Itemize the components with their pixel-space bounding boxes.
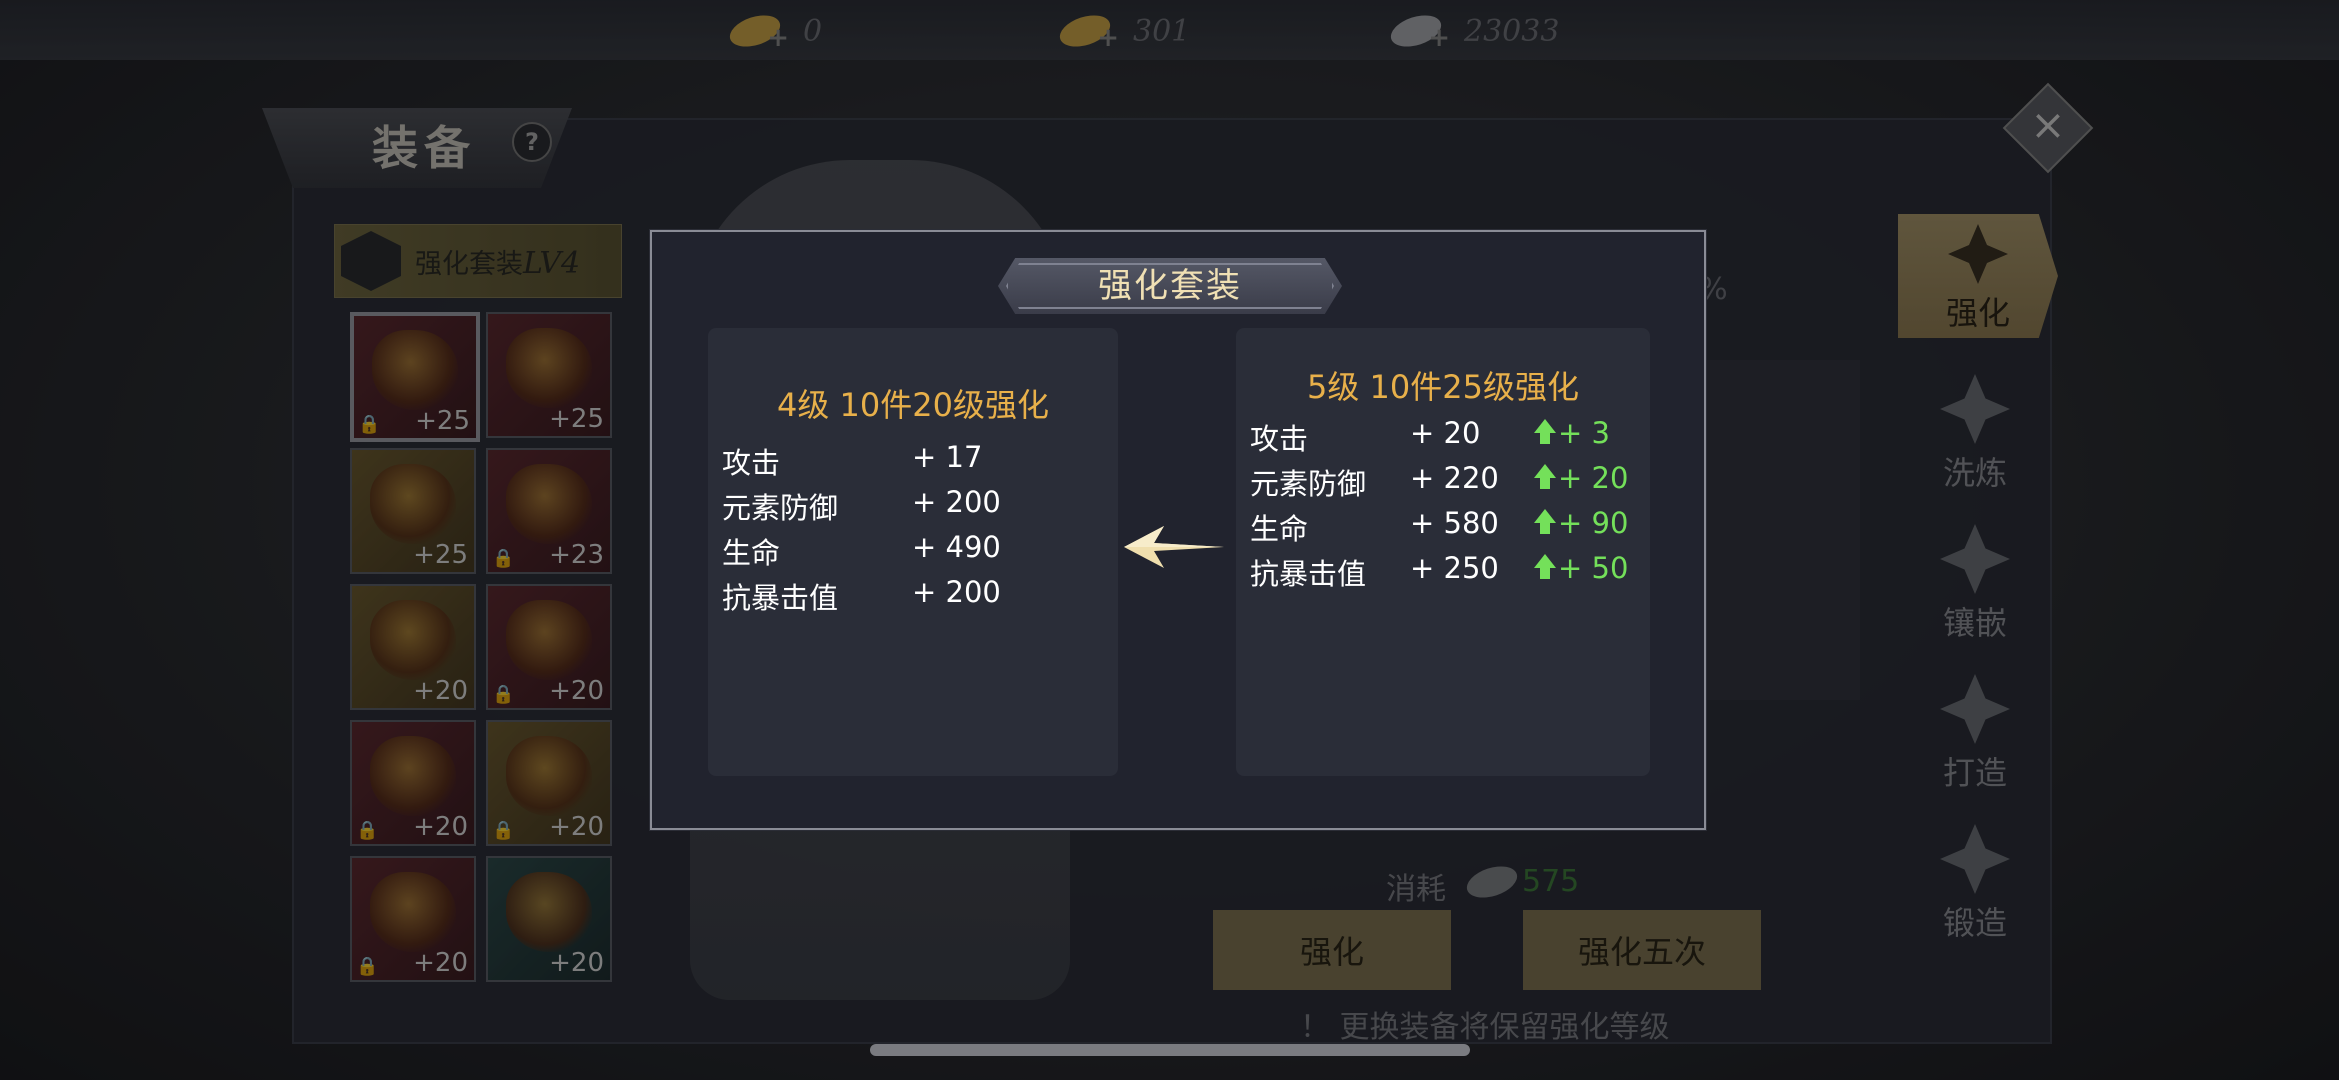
- modal-title-plate: 强化套装: [998, 258, 1342, 314]
- stat-name: 生命: [722, 536, 781, 570]
- stat-value: + 20: [1410, 416, 1481, 450]
- arrow-right-icon: [1124, 526, 1224, 568]
- arrow-up-icon: [1534, 419, 1556, 444]
- next-tier-title: 5级 10件25级强化: [1307, 368, 1579, 406]
- arrow-up-icon: [1534, 509, 1556, 534]
- stat-value: + 17: [912, 440, 983, 474]
- stat-increase: + 90: [1534, 506, 1628, 540]
- stat-name: 攻击: [1250, 422, 1309, 456]
- stat-value: + 490: [912, 530, 1001, 564]
- stat-increase: + 3: [1534, 416, 1610, 450]
- arrow-up-icon: [1534, 554, 1556, 579]
- stat-value: + 250: [1410, 551, 1499, 585]
- stat-name: 攻击: [722, 446, 781, 480]
- stat-name: 抗暴击值: [722, 581, 839, 615]
- stat-name: 元素防御: [722, 491, 839, 525]
- current-tier-card: 4级 10件20级强化 攻击 + 17 元素防御 + 200 生命 + 490 …: [708, 328, 1118, 776]
- arrow-up-icon: [1534, 464, 1556, 489]
- stat-name: 抗暴击值: [1250, 557, 1367, 591]
- home-indicator[interactable]: [870, 1044, 1470, 1056]
- modal-title: 强化套装: [1098, 266, 1242, 306]
- stat-value: + 200: [912, 485, 1001, 519]
- stat-name: 生命: [1250, 512, 1309, 546]
- current-tier-title: 4级 10件20级强化: [777, 386, 1049, 424]
- next-tier-card: 5级 10件25级强化 攻击 + 20 + 3 元素防御 + 220 + 20 …: [1236, 328, 1650, 776]
- set-bonus-modal: 强化套装 4级 10件20级强化 攻击 + 17 元素防御 + 200 生命 +…: [650, 230, 1706, 830]
- stat-increase: + 50: [1534, 551, 1628, 585]
- stat-value: + 580: [1410, 506, 1499, 540]
- stat-value: + 200: [912, 575, 1001, 609]
- stat-value: + 220: [1410, 461, 1499, 495]
- stat-increase: + 20: [1534, 461, 1628, 495]
- stat-name: 元素防御: [1250, 467, 1367, 501]
